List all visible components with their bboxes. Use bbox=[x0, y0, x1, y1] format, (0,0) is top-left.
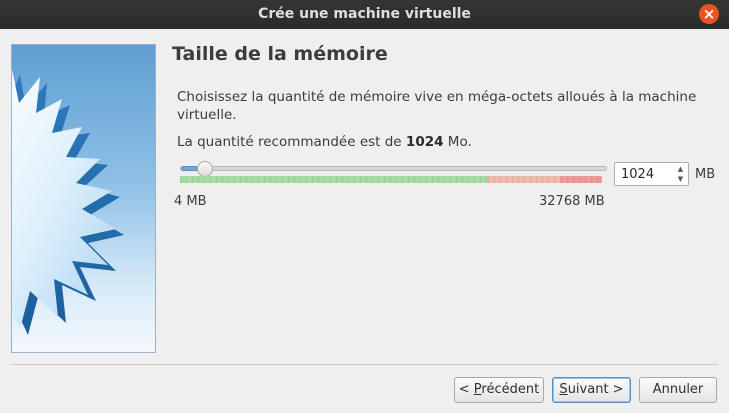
memory-min-label: 4 MB bbox=[174, 194, 207, 209]
arrow-up-icon[interactable]: ▲ bbox=[675, 164, 686, 174]
back-button[interactable]: < Précédent bbox=[454, 377, 544, 403]
recommend-value: 1024 bbox=[405, 134, 444, 150]
memory-scale-bar bbox=[180, 176, 602, 183]
recommend-suffix: Mo. bbox=[443, 134, 472, 150]
window-title: Crée une machine virtuelle bbox=[258, 6, 471, 22]
memory-size-spinbox[interactable]: ▲ ▼ bbox=[614, 162, 689, 186]
scale-warning-zone bbox=[488, 176, 561, 183]
recommend-prefix: La quantité recommandée est de bbox=[177, 134, 406, 150]
scale-safe-zone bbox=[180, 176, 488, 183]
wizard-window: Crée une machine virtuelle × Taille de l… bbox=[0, 0, 729, 413]
back-button-prefix: < bbox=[458, 382, 474, 397]
arrow-down-icon[interactable]: ▼ bbox=[675, 174, 686, 184]
cancel-button[interactable]: Annuler bbox=[639, 377, 717, 403]
memory-slider-track[interactable] bbox=[180, 166, 607, 171]
memory-slider-handle[interactable] bbox=[196, 161, 213, 177]
next-button-rest: uivant > bbox=[567, 382, 624, 397]
memory-max-label: 32768 MB bbox=[539, 194, 605, 209]
recommended-memory-text: La quantité recommandée est de 1024 Mo. bbox=[177, 134, 472, 150]
scale-danger-zone bbox=[561, 176, 602, 183]
close-icon[interactable]: × bbox=[699, 4, 719, 24]
back-button-rest: récédent bbox=[481, 382, 540, 397]
memory-unit-label: MB bbox=[695, 167, 716, 182]
next-button[interactable]: Suivant > bbox=[552, 377, 631, 403]
memory-description: Choisissez la quantité de mémoire vive e… bbox=[177, 89, 697, 123]
wizard-banner-image bbox=[11, 44, 156, 353]
page-heading: Taille de la mémoire bbox=[172, 43, 388, 65]
memory-size-input[interactable] bbox=[615, 163, 675, 185]
title-bar[interactable]: Crée une machine virtuelle × bbox=[0, 0, 729, 29]
next-button-mnemonic: S bbox=[559, 382, 568, 397]
footer-separator bbox=[11, 364, 718, 365]
